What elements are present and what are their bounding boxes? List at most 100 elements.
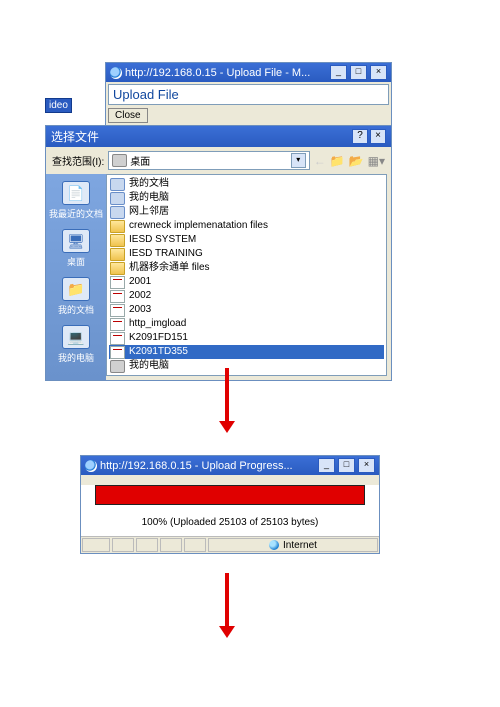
progress-text: 100% (Uploaded 25103 of 25103 bytes) (81, 511, 379, 536)
item-name: IESD SYSTEM (129, 233, 196, 247)
item-name: K2091FD151 (129, 331, 188, 345)
progress-fill (96, 486, 364, 504)
list-item[interactable]: K2091FD151 (109, 331, 384, 345)
place-label: 我的文档 (58, 303, 94, 316)
item-name: K2091TD355 (129, 345, 188, 359)
ie-icon (85, 460, 97, 472)
places-item[interactable]: 🖥 桌面 (46, 226, 106, 274)
file-icon (110, 290, 125, 303)
close-window-button[interactable]: × (370, 65, 387, 80)
pc-icon (110, 360, 125, 373)
place-label: 桌面 (67, 255, 85, 268)
file-icon (110, 304, 125, 317)
flow-arrow-1 (225, 368, 229, 423)
file-dialog: 选择文件 ? × 查找范围(I): 桌面 ▾ ← 📁 📂 ▦▾ 📄 我最近的文档 🖥… (45, 125, 392, 381)
places-item[interactable]: 💻 我的电脑 (46, 322, 106, 370)
file-dialog-title: 选择文件 (51, 128, 99, 145)
look-in-combo[interactable]: 桌面 ▾ (108, 151, 310, 170)
up-icon[interactable]: 📁 (330, 154, 345, 168)
list-item[interactable]: IESD SYSTEM (109, 233, 384, 247)
item-name: 2002 (129, 289, 151, 303)
item-name: 2003 (129, 303, 151, 317)
place-label: 我的电脑 (58, 351, 94, 364)
status-cell (184, 538, 206, 552)
status-cell (82, 538, 110, 552)
sys-icon (110, 192, 125, 205)
chevron-down-icon[interactable]: ▾ (291, 153, 306, 168)
close-window-button[interactable]: × (358, 458, 375, 473)
progress-window: http://192.168.0.15 - Upload Progress...… (80, 455, 380, 554)
file-icon (110, 276, 125, 289)
sys-icon (110, 178, 125, 191)
side-tab[interactable]: ideo (45, 98, 72, 113)
places-bar: 📄 我最近的文档 🖥 桌面 📁 我的文档 💻 我的电脑 (46, 174, 106, 380)
file-icon (110, 318, 125, 331)
list-item[interactable]: K2091TD355 (109, 345, 384, 359)
help-button[interactable]: ? (352, 129, 368, 144)
list-item[interactable]: 我的电脑 (109, 191, 384, 205)
item-name: 2001 (129, 275, 151, 289)
list-item[interactable]: 我的电脑 (109, 359, 384, 373)
file-list[interactable]: 我的文档我的电脑网上邻居crewneck implemenatation fil… (106, 174, 387, 376)
list-item[interactable]: 2003 (109, 303, 384, 317)
list-item[interactable]: crewneck implemenatation files (109, 219, 384, 233)
back-icon[interactable]: ← (314, 154, 326, 168)
file-icon (110, 346, 125, 359)
folder-icon (110, 248, 125, 261)
list-item[interactable]: 我的文档 (109, 177, 384, 191)
views-icon[interactable]: ▦▾ (368, 154, 385, 168)
look-in-label: 查找范围(I): (52, 153, 104, 168)
list-item[interactable]: 2001 (109, 275, 384, 289)
file-icon (110, 332, 125, 345)
upload-titlebar-text: http://192.168.0.15 - Upload File - M... (125, 67, 310, 79)
list-item[interactable]: 2002 (109, 289, 384, 303)
status-cell (112, 538, 134, 552)
look-in-row: 查找范围(I): 桌面 ▾ ← 📁 📂 ▦▾ (46, 147, 391, 174)
progress-bar (95, 485, 365, 505)
upload-heading: Upload File (108, 84, 389, 105)
list-item[interactable]: IESD TRAINING (109, 247, 384, 261)
item-name: crewneck implemenatation files (129, 219, 268, 233)
minimize-button[interactable]: _ (318, 458, 335, 473)
status-cell (136, 538, 158, 552)
item-name: IESD TRAINING (129, 247, 203, 261)
globe-icon (269, 540, 279, 550)
item-name: 我的电脑 (129, 359, 169, 373)
places-item[interactable]: 📄 我最近的文档 (46, 178, 106, 226)
file-dialog-titlebar[interactable]: 选择文件 ? × (46, 126, 391, 147)
progress-titlebar-text: http://192.168.0.15 - Upload Progress... (100, 460, 293, 472)
item-name: http_imgload (129, 317, 186, 331)
place-icon: 🖥 (62, 229, 90, 253)
sys-icon (110, 206, 125, 219)
maximize-button[interactable]: □ (338, 458, 355, 473)
place-icon: 📄 (62, 181, 90, 205)
folder-icon (110, 220, 125, 233)
place-icon: 📁 (62, 277, 90, 301)
places-item[interactable]: 📁 我的文档 (46, 274, 106, 322)
place-icon: 💻 (62, 325, 90, 349)
minimize-button[interactable]: _ (330, 65, 347, 80)
progress-titlebar[interactable]: http://192.168.0.15 - Upload Progress...… (81, 456, 379, 475)
list-item[interactable]: http_imgload (109, 317, 384, 331)
desktop-icon (112, 154, 127, 167)
list-item[interactable]: 网上邻居 (109, 205, 384, 219)
new-folder-icon[interactable]: 📂 (349, 154, 364, 168)
folder-icon (110, 234, 125, 247)
dialog-toolbar: ← 📁 📂 ▦▾ (314, 154, 385, 168)
place-label: 我最近的文档 (49, 207, 103, 220)
item-name: 我的文档 (129, 177, 169, 191)
maximize-button[interactable]: □ (350, 65, 367, 80)
zone-text: Internet (283, 540, 317, 551)
list-item[interactable]: 机器移余通单 files (109, 261, 384, 275)
look-in-value: 桌面 (130, 153, 288, 168)
upload-titlebar[interactable]: http://192.168.0.15 - Upload File - M...… (106, 63, 391, 82)
dialog-close-button[interactable]: × (370, 129, 386, 144)
item-name: 机器移余通单 files (129, 261, 210, 275)
flow-arrow-2 (225, 573, 229, 628)
close-button[interactable]: Close (108, 108, 148, 123)
status-cell (160, 538, 182, 552)
ie-icon (110, 67, 122, 79)
folder-icon (110, 262, 125, 275)
zone-label: Internet (208, 538, 378, 552)
dialog-body: 📄我最近的文档🖥桌面📁我的文档💻我的电脑 我的文档我的电脑网上邻居crewnec… (46, 174, 391, 380)
